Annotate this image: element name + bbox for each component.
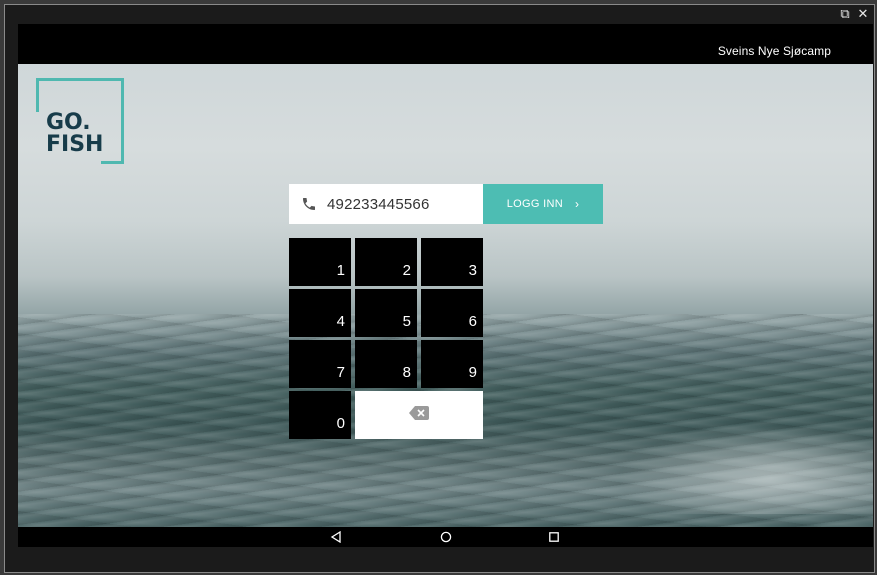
phone-field[interactable]: 492233445566 [289, 184, 483, 224]
key-3[interactable]: 3 [421, 238, 483, 286]
back-icon[interactable] [329, 530, 343, 544]
wave-foam [618, 424, 873, 514]
status-bar: Sveins Nye Sjøcamp [18, 24, 873, 64]
phone-number-value: 492233445566 [327, 195, 430, 213]
numeric-keypad: 1 2 3 4 5 6 7 8 9 0 [289, 238, 483, 439]
key-label: 8 [402, 364, 411, 381]
key-2[interactable]: 2 [355, 238, 417, 286]
logo-frame-left [36, 78, 39, 112]
android-nav-bar [18, 527, 873, 547]
login-row: 492233445566 LOGG INN › [289, 184, 603, 224]
key-9[interactable]: 9 [421, 340, 483, 388]
camp-name: Sveins Nye Sjøcamp [717, 44, 831, 58]
key-4[interactable]: 4 [289, 289, 351, 337]
key-label: 4 [336, 313, 345, 330]
chevron-right-icon: › [574, 197, 580, 211]
window-controls: ⧉ ✕ [838, 7, 870, 23]
login-button-label: LOGG INN [506, 198, 563, 210]
key-label: 2 [402, 262, 411, 279]
recents-icon[interactable] [547, 530, 561, 544]
key-0[interactable]: 0 [289, 391, 351, 439]
logo-frame-bottom [101, 161, 124, 164]
login-button[interactable]: LOGG INN › [483, 184, 603, 224]
device-screen: Sveins Nye Sjøcamp GO. FISH 492233445566 [18, 24, 873, 547]
key-6[interactable]: 6 [421, 289, 483, 337]
gofish-logo: GO. FISH [36, 78, 126, 164]
login-screen: GO. FISH 492233445566 LOGG INN › 1 2 3 4… [18, 64, 873, 527]
key-7[interactable]: 7 [289, 340, 351, 388]
key-label: 6 [468, 313, 477, 330]
key-5[interactable]: 5 [355, 289, 417, 337]
backspace-key[interactable] [355, 391, 483, 439]
key-label: 5 [402, 313, 411, 330]
key-8[interactable]: 8 [355, 340, 417, 388]
key-label: 9 [468, 364, 477, 381]
key-label: 1 [336, 262, 345, 279]
key-1[interactable]: 1 [289, 238, 351, 286]
logo-line-2: FISH [46, 132, 104, 157]
backspace-icon [409, 405, 429, 425]
key-label: 7 [336, 364, 345, 381]
popout-icon[interactable]: ⧉ [838, 7, 852, 23]
logo-text: GO. FISH [46, 112, 103, 156]
key-label: 0 [336, 415, 345, 432]
key-label: 3 [468, 262, 477, 279]
home-icon[interactable] [439, 530, 453, 544]
close-icon[interactable]: ✕ [856, 7, 870, 23]
phone-icon [301, 196, 317, 212]
logo-line-1: GO. [46, 110, 91, 135]
